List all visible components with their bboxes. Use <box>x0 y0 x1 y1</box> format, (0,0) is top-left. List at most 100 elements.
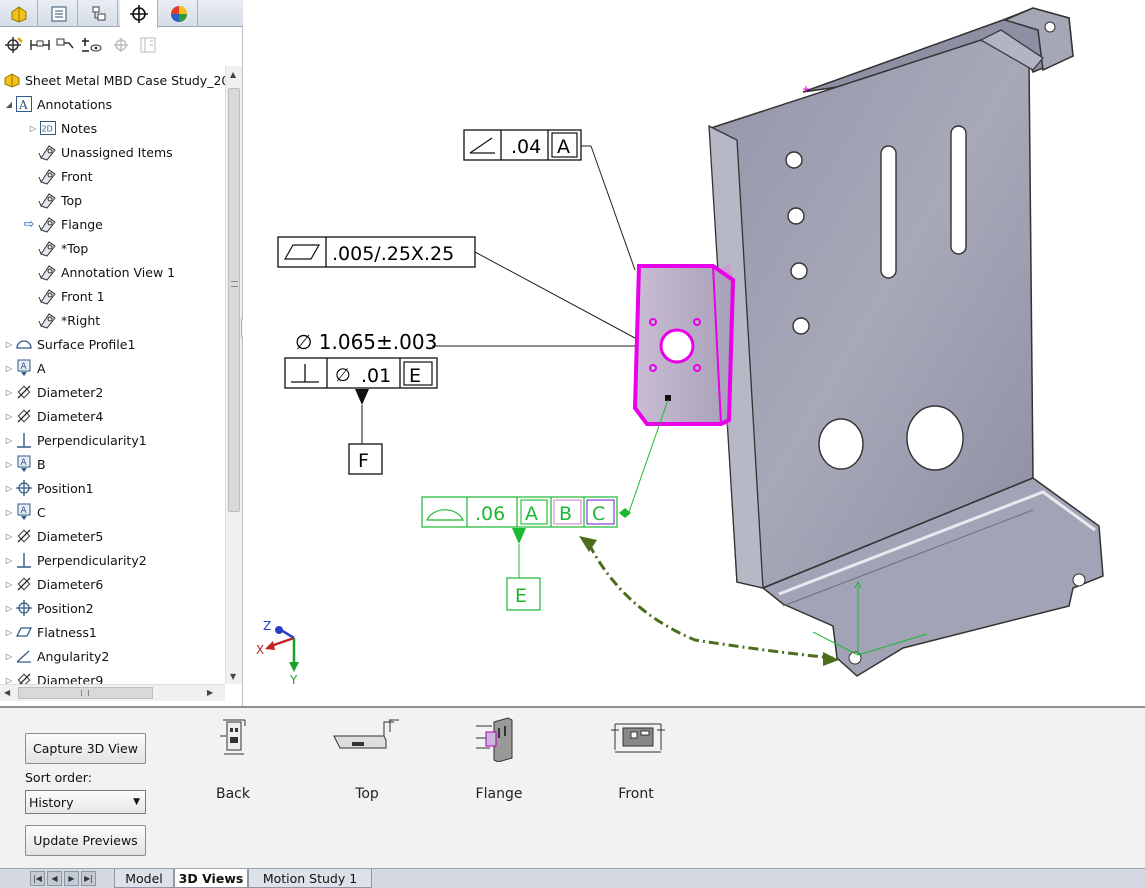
tree-item[interactable]: Front <box>28 164 225 188</box>
tree-vertical-scrollbar[interactable]: ▲ ▼ <box>225 66 242 684</box>
sheet-metal-part[interactable] <box>708 7 1104 677</box>
expand-arrow-icon[interactable]: ▷ <box>4 436 14 445</box>
tree-item[interactable]: ▷ A C <box>4 500 225 524</box>
tree-item[interactable]: ▷ Diameter9 <box>4 668 225 684</box>
sort-order-select[interactable]: History ▼ <box>25 790 146 814</box>
scroll-right-arrow-icon[interactable]: ▶ <box>207 688 213 697</box>
surface-profile-frame[interactable]: .06 A B C E <box>421 399 669 611</box>
flatness-frame[interactable]: .005/.25X.25 <box>277 236 636 339</box>
tree-item[interactable]: ▷ A B <box>4 452 225 476</box>
expand-arrow-icon[interactable]: ▷ <box>4 580 14 589</box>
tree-item[interactable]: ▷ Perpendicularity2 <box>4 548 225 572</box>
sort-order-value: History <box>29 794 74 810</box>
display-manager-tab[interactable] <box>160 0 198 27</box>
expand-arrow-icon[interactable]: ▷ <box>4 508 14 517</box>
tree-item[interactable]: ▷ Diameter5 <box>4 524 225 548</box>
tree-item[interactable]: ▷ Surface Profile1 <box>4 332 225 356</box>
auto-dimension-scheme-button[interactable] <box>3 34 25 56</box>
annotation-view-icon <box>38 239 58 257</box>
datum-triangle-icon <box>355 389 369 405</box>
next-tab-icon[interactable]: ▶ <box>64 871 79 886</box>
tree-item[interactable]: Unassigned Items <box>28 140 225 164</box>
tree-item[interactable]: ▷ A A <box>4 356 225 380</box>
tree-item-label: Unassigned Items <box>61 144 173 160</box>
tree-item[interactable]: ⇨ Flange <box>24 212 225 236</box>
expand-arrow-icon[interactable]: ▷ <box>4 388 14 397</box>
show-tolerance-status-button[interactable] <box>81 34 103 56</box>
scroll-up-arrow-icon[interactable]: ▲ <box>230 70 236 79</box>
configuration-manager-tab[interactable] <box>80 0 118 27</box>
capture-3d-view-button[interactable]: Capture 3D View <box>25 733 146 764</box>
3d-view-front[interactable]: Front <box>581 712 691 807</box>
dimxpert-manager-tab[interactable] <box>120 0 158 28</box>
tree-item[interactable]: ▷ Perpendicularity1 <box>4 428 225 452</box>
vertical-scroll-thumb[interactable] <box>228 88 240 512</box>
tab-3d-views[interactable]: 3D Views <box>174 869 248 888</box>
triad-y-label: Y <box>289 673 298 687</box>
location-dimension-button[interactable] <box>29 34 51 56</box>
last-tab-icon[interactable]: ▶| <box>81 871 96 886</box>
tree-item[interactable]: ▷ Position2 <box>4 596 225 620</box>
previous-tab-icon[interactable]: ◀ <box>47 871 62 886</box>
tree-item[interactable]: Top <box>28 188 225 212</box>
expand-arrow-icon[interactable]: ▷ <box>4 652 14 661</box>
tab-motion-study-1[interactable]: Motion Study 1 <box>248 869 372 888</box>
feature-tree: Sheet Metal MBD Case Study_2017 ◢ A Annotat… <box>0 66 225 684</box>
3d-view-top[interactable]: Top <box>312 712 422 807</box>
scroll-left-arrow-icon[interactable]: ◀ <box>4 688 10 697</box>
tree-item[interactable]: Front 1 <box>28 284 225 308</box>
tolstack-button[interactable] <box>137 34 159 56</box>
expand-arrow-icon[interactable]: ▷ <box>4 412 14 421</box>
first-tab-icon[interactable]: |◀ <box>30 871 45 886</box>
scroll-down-arrow-icon[interactable]: ▼ <box>230 672 236 681</box>
update-previews-button[interactable]: Update Previews <box>25 825 146 856</box>
model-viewport[interactable]: .04 A .005/.25X.25 ∅ 1.065±.003 ∅ .01 E <box>243 0 1145 706</box>
angularity-frame[interactable]: .04 A <box>463 129 636 271</box>
tree-item[interactable]: ▷ Position1 <box>4 476 225 500</box>
expand-arrow-icon[interactable]: ▷ <box>4 556 14 565</box>
3d-view-flange[interactable]: Flange <box>444 712 554 807</box>
expand-arrow-icon[interactable]: ▷ <box>4 364 14 373</box>
horizontal-scroll-thumb[interactable] <box>18 687 153 699</box>
tree-item[interactable]: ▷ 2D Notes <box>28 116 225 140</box>
tree-root-part[interactable]: Sheet Metal MBD Case Study_2017 <box>2 68 225 92</box>
graphics-area[interactable]: .04 A .005/.25X.25 ∅ 1.065±.003 ∅ .01 E <box>243 0 1145 706</box>
selected-flange-face[interactable] <box>632 264 736 428</box>
size-dimension-button[interactable] <box>55 34 77 56</box>
expand-arrow-icon[interactable]: ▷ <box>4 628 14 637</box>
feature-manager-tab[interactable] <box>0 0 38 27</box>
tree-item[interactable]: *Right <box>28 308 225 332</box>
tree-item[interactable]: ◢ A Annotations <box>4 92 225 116</box>
flatness-icon <box>14 623 34 641</box>
expand-arrow-icon[interactable]: ◢ <box>4 100 14 109</box>
copy-scheme-button[interactable] <box>110 34 132 56</box>
tree-item[interactable]: ▷ Diameter4 <box>4 404 225 428</box>
datum-icon: A <box>14 359 34 377</box>
bottom-tab-bar: |◀ ◀ ▶ ▶| Model 3D Views Motion Study 1 <box>0 868 1145 888</box>
expand-arrow-icon[interactable]: ▷ <box>4 340 14 349</box>
expand-arrow-icon[interactable]: ▷ <box>4 676 14 685</box>
tree-item[interactable]: ▷ Diameter2 <box>4 380 225 404</box>
expand-arrow-icon[interactable]: ▷ <box>4 484 14 493</box>
tree-horizontal-scrollbar[interactable]: ◀ ▶ <box>0 684 225 701</box>
perpendicularity-frame[interactable]: ∅ .01 E F <box>284 357 438 475</box>
property-manager-tab[interactable] <box>40 0 78 27</box>
expand-arrow-icon[interactable]: ▷ <box>28 124 38 133</box>
tree-root-label: Sheet Metal MBD Case Study_2017 <box>25 72 225 88</box>
3d-view-back[interactable]: Back <box>178 712 288 807</box>
tree-item[interactable]: Annotation View 1 <box>28 260 225 284</box>
display-manager-icon <box>170 5 187 22</box>
tree-item[interactable]: ▷ Angularity2 <box>4 644 225 668</box>
expand-arrow-icon[interactable]: ▷ <box>4 604 14 613</box>
expand-arrow-icon[interactable]: ▷ <box>4 460 14 469</box>
tab-model[interactable]: Model <box>114 869 174 888</box>
profile-datum-a: A <box>525 503 538 525</box>
tree-item[interactable]: *Top <box>28 236 225 260</box>
annotation-view-icon <box>38 191 58 209</box>
expand-arrow-icon[interactable]: ▷ <box>4 532 14 541</box>
tree-item[interactable]: ▷ Flatness1 <box>4 620 225 644</box>
tree-item-label: Diameter4 <box>37 408 104 424</box>
diameter-dimension[interactable]: ∅ 1.065±.003 <box>295 330 635 354</box>
triad-x-label: X <box>256 643 264 657</box>
tree-item[interactable]: ▷ Diameter6 <box>4 572 225 596</box>
